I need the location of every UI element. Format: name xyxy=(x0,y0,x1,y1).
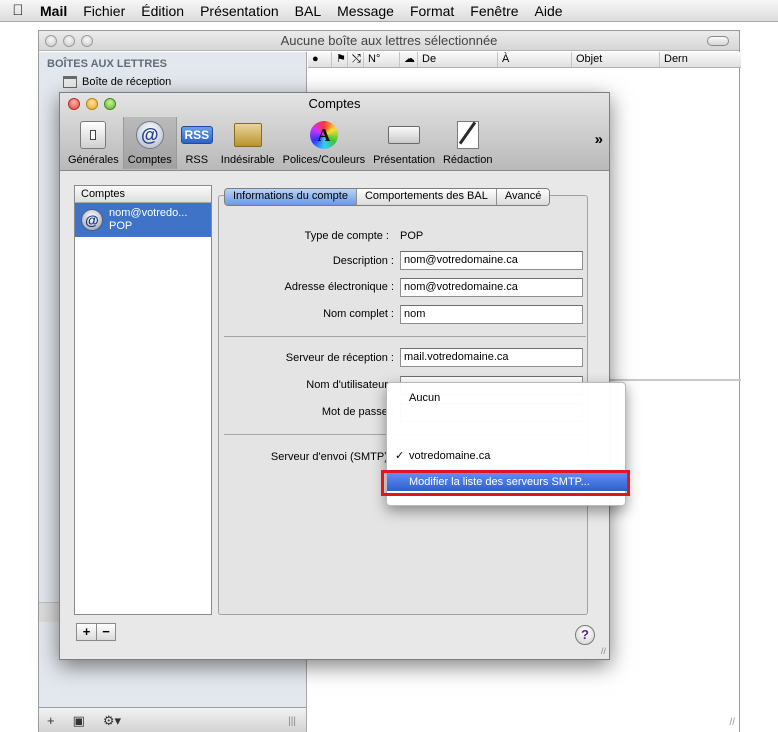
column-subject[interactable]: Objet xyxy=(572,52,660,67)
mail-window-controls xyxy=(45,35,93,47)
viewing-icon xyxy=(388,126,421,144)
full-name-field[interactable]: nom xyxy=(400,305,583,324)
accounts-preferences-window: Comptes Générales @ Comptes RSS RSS Indé… xyxy=(59,92,610,660)
smtp-option-none[interactable]: Aucun xyxy=(387,389,625,407)
tab-account-info[interactable]: Informations du compte xyxy=(225,189,356,205)
column-unread[interactable]: ● xyxy=(308,52,332,67)
column-status[interactable]: ☁ xyxy=(400,52,418,67)
menu-edition[interactable]: Édition xyxy=(133,3,192,19)
account-tabs: Informations du compte Comportements des… xyxy=(224,188,551,206)
column-date[interactable]: Dern xyxy=(660,52,741,67)
menu-bal[interactable]: BAL xyxy=(287,3,329,19)
at-sign-icon: @ xyxy=(135,121,164,149)
tab-rss[interactable]: RSS RSS xyxy=(177,117,217,169)
smtp-option-current-label: votredomaine.ca xyxy=(409,450,491,462)
annotation-highlight-box xyxy=(381,470,630,496)
switch-icon xyxy=(80,121,107,149)
column-flag[interactable]: ⚑ xyxy=(332,52,348,67)
checkmark-icon: ✓ xyxy=(395,450,405,462)
menu-fichier[interactable]: Fichier xyxy=(75,3,133,19)
inbox-label: Boîte de réception xyxy=(82,76,172,88)
account-type-value: POP xyxy=(400,230,424,242)
tab-presentation-label: Présentation xyxy=(373,154,435,166)
email-address-label: Adresse électronique : xyxy=(284,281,394,293)
description-field[interactable]: nom@votredomaine.ca xyxy=(400,251,583,270)
full-name-label: Nom complet : xyxy=(323,308,394,320)
apple-logo-icon[interactable]:  xyxy=(0,2,36,19)
prefs-toolbar: Comptes Générales @ Comptes RSS RSS Indé… xyxy=(60,93,609,171)
tab-comptes-label: Comptes xyxy=(127,154,172,166)
account-name: nom@votredo... xyxy=(109,207,188,219)
account-add-remove: + − xyxy=(76,623,116,641)
tab-advanced[interactable]: Avancé xyxy=(495,189,550,205)
tab-generales[interactable]: Générales xyxy=(64,117,123,169)
menu-format[interactable]: Format xyxy=(402,3,462,19)
sidebar-bottom-bar: + ▣ ⚙▾ ||| xyxy=(39,707,306,732)
toolbar-toggle-button[interactable] xyxy=(707,36,729,46)
tab-presentation[interactable]: Présentation xyxy=(369,117,439,169)
sidebar-resize-grip[interactable]: ||| xyxy=(288,716,296,727)
prefs-window-title: Comptes xyxy=(308,96,361,111)
menu-aide[interactable]: Aide xyxy=(527,3,571,19)
add-account-button[interactable]: + xyxy=(77,624,96,640)
composing-icon xyxy=(456,121,479,149)
column-to[interactable]: À xyxy=(498,52,572,67)
remove-account-button[interactable]: − xyxy=(96,624,115,640)
font-colors-icon: A xyxy=(309,121,338,149)
minimize-button[interactable] xyxy=(63,35,75,47)
window-resize-grip[interactable]: // xyxy=(729,717,735,728)
action-menu-button[interactable]: ⚙▾ xyxy=(103,713,121,729)
account-at-icon: @ xyxy=(81,209,103,231)
mail-titlebar: Aucune boîte aux lettres sélectionnée xyxy=(39,31,739,51)
tab-mailbox-behaviors[interactable]: Comportements des BAL xyxy=(355,189,496,205)
junk-mail-icon xyxy=(233,123,262,147)
accounts-list: Comptes @ nom@votredo... POP xyxy=(74,185,212,615)
incoming-server-field[interactable]: mail.votredomaine.ca xyxy=(400,348,583,367)
menu-message[interactable]: Message xyxy=(329,3,402,19)
tab-generales-label: Générales xyxy=(68,154,119,166)
account-type: POP xyxy=(109,220,133,232)
account-type-label: Type de compte : xyxy=(304,230,389,242)
show-photo-browser-button[interactable]: ▣ xyxy=(73,713,85,729)
smtp-server-label: Serveur d'envoi (SMTP) : xyxy=(270,451,394,463)
column-attachment[interactable]: ⤭ xyxy=(348,52,364,67)
tab-indesirable[interactable]: Indésirable xyxy=(217,117,279,169)
column-from[interactable]: De xyxy=(418,52,498,67)
rss-icon: RSS xyxy=(180,126,213,144)
password-label: Mot de passe : xyxy=(321,406,394,418)
menu-bar:  Mail Fichier Édition Présentation BAL … xyxy=(0,0,778,22)
form-separator xyxy=(224,336,586,337)
account-row[interactable]: @ nom@votredo... POP xyxy=(75,203,211,237)
tab-indesirable-label: Indésirable xyxy=(220,154,275,166)
username-label: Nom d'utilisateur : xyxy=(306,379,394,391)
prefs-resize-grip[interactable]: // xyxy=(601,646,606,656)
menu-presentation[interactable]: Présentation xyxy=(192,3,287,19)
tab-polices-couleurs[interactable]: A Polices/Couleurs xyxy=(279,117,370,169)
add-mailbox-button[interactable]: + xyxy=(47,713,55,728)
mailboxes-heading: BOÎTES AUX LETTRES xyxy=(47,58,167,70)
tab-redaction[interactable]: Rédaction xyxy=(439,117,497,169)
inbox-icon xyxy=(63,76,77,88)
tab-rss-label: RSS xyxy=(185,154,209,166)
zoom-button[interactable] xyxy=(81,35,93,47)
mail-window-title: Aucune boîte aux lettres sélectionnée xyxy=(280,33,498,48)
column-number[interactable]: N° xyxy=(364,52,400,67)
help-button[interactable]: ? xyxy=(575,625,595,645)
email-address-field[interactable]: nom@votredomaine.ca xyxy=(400,278,583,297)
toolbar-overflow-chevron-icon[interactable]: » xyxy=(595,131,603,148)
accounts-list-header: Comptes xyxy=(75,186,211,203)
tab-polices-couleurs-label: Polices/Couleurs xyxy=(282,154,366,166)
tab-redaction-label: Rédaction xyxy=(442,154,493,166)
menu-fenetre[interactable]: Fenêtre xyxy=(462,3,526,19)
menu-mail[interactable]: Mail xyxy=(36,3,75,19)
tab-comptes[interactable]: @ Comptes xyxy=(122,117,177,169)
incoming-server-label: Serveur de réception : xyxy=(285,352,394,364)
sidebar-item-inbox[interactable]: Boîte de réception xyxy=(63,76,171,88)
message-list-header: ● ⚑ ⤭ N° ☁ De À Objet Dern xyxy=(308,52,741,68)
close-button[interactable] xyxy=(45,35,57,47)
smtp-option-current[interactable]: ✓ votredomaine.ca xyxy=(387,447,625,465)
description-label: Description : xyxy=(332,255,394,267)
